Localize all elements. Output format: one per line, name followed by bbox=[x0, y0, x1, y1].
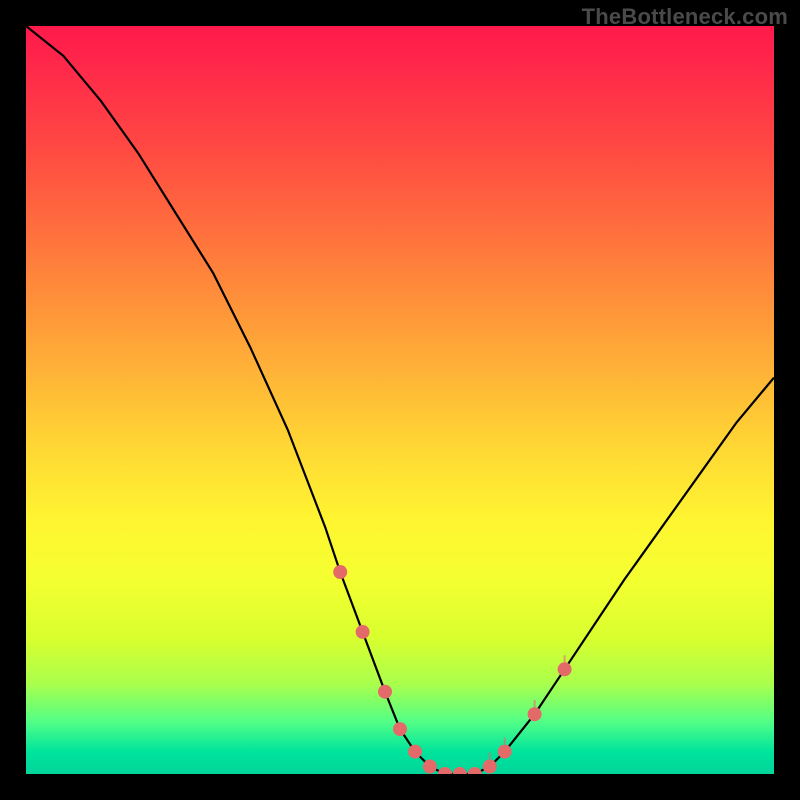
chart-frame: TheBottleneck.com bbox=[0, 0, 800, 800]
watermark-text: TheBottleneck.com bbox=[582, 4, 788, 30]
marker-dot bbox=[468, 767, 482, 774]
marker-dot bbox=[423, 760, 437, 774]
plot-area bbox=[26, 26, 774, 774]
marker-dot bbox=[393, 722, 407, 736]
highlighted-points bbox=[26, 26, 774, 774]
marker-dot bbox=[356, 625, 370, 639]
marker-dot bbox=[438, 767, 452, 774]
marker-dot bbox=[333, 565, 347, 579]
marker-dot bbox=[378, 685, 392, 699]
marker-dot bbox=[408, 745, 422, 759]
marker-dot bbox=[453, 767, 467, 774]
